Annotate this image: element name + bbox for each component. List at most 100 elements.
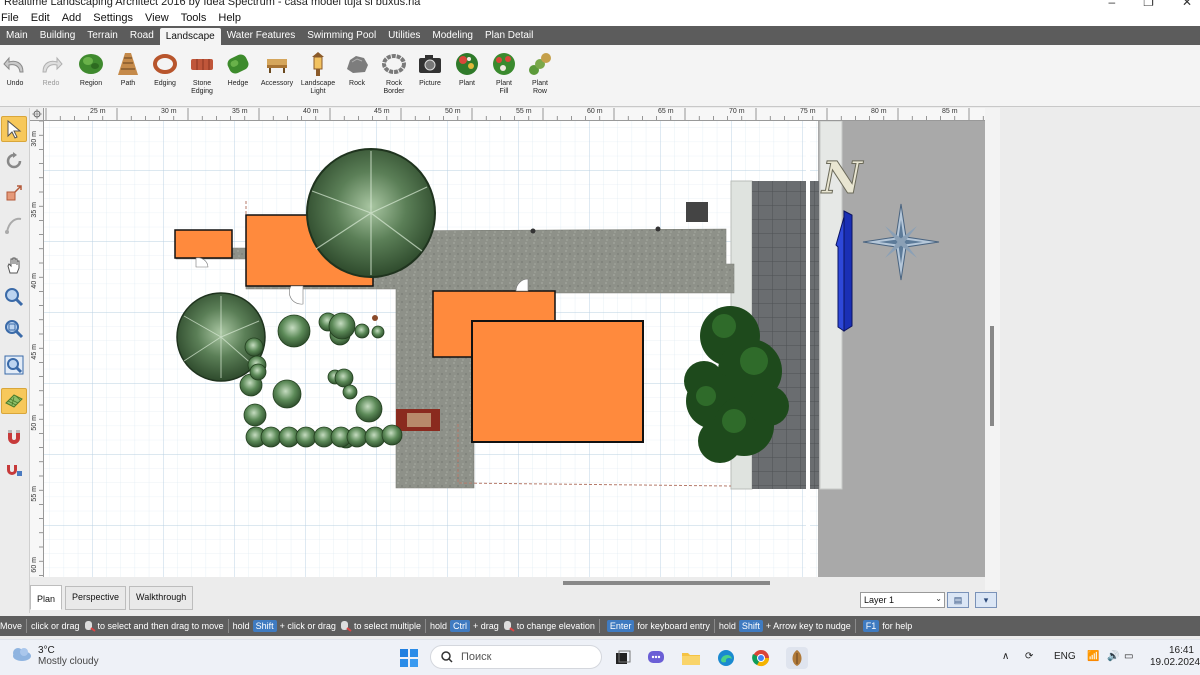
shrub[interactable] — [249, 363, 267, 381]
tab-utilities[interactable]: Utilities — [382, 26, 426, 45]
tab-building[interactable]: Building — [34, 26, 82, 45]
tab-modeling[interactable]: Modeling — [426, 26, 479, 45]
teams-chat-button[interactable] — [645, 647, 667, 669]
window-title: Realtime Landscaping Architect 2016 by I… — [4, 0, 421, 8]
language-indicator[interactable]: ENG — [1054, 651, 1076, 662]
edge-icon — [718, 650, 734, 666]
snap-tool[interactable] — [1, 424, 27, 450]
shrub[interactable] — [260, 426, 282, 448]
clock[interactable]: 16:41 19.02.2024 — [1150, 645, 1200, 669]
tree-large[interactable] — [306, 148, 436, 278]
volume-icon[interactable]: 🔊 — [1107, 651, 1119, 662]
shrub[interactable] — [371, 325, 385, 339]
tab-road[interactable]: Road — [124, 26, 160, 45]
shrub[interactable] — [355, 395, 383, 423]
snap-object-tool[interactable] — [1, 456, 27, 482]
close-icon[interactable]: ✕ — [1182, 0, 1192, 9]
stone-edging-button[interactable]: Stone Edging — [183, 51, 221, 96]
edging-button[interactable]: Edging — [146, 51, 184, 88]
zoom-in-tool[interactable] — [1, 284, 27, 310]
shrub[interactable] — [342, 384, 358, 400]
horizontal-scroll-thumb[interactable] — [563, 581, 770, 585]
select-tool[interactable] — [1, 116, 27, 142]
pan-tool[interactable] — [1, 252, 27, 278]
file-explorer-button[interactable] — [680, 647, 702, 669]
minimize-icon[interactable]: – — [1108, 0, 1115, 9]
hedge-button[interactable]: Hedge — [219, 51, 257, 88]
menu-edit[interactable]: Edit — [31, 12, 57, 24]
shrub[interactable] — [328, 312, 356, 340]
hedge-icon — [225, 51, 251, 77]
zoom-window-tool[interactable] — [1, 316, 27, 342]
left-toolbar — [0, 108, 30, 613]
menu-view[interactable]: View — [145, 12, 176, 24]
rotate-tool[interactable] — [1, 148, 27, 174]
region-button[interactable]: Region — [72, 51, 110, 88]
shrub[interactable] — [277, 314, 311, 348]
house-small[interactable] — [174, 229, 233, 259]
grid-tool[interactable] — [1, 388, 27, 414]
landscaping-app-button[interactable] — [786, 647, 808, 669]
windows-start-button[interactable] — [398, 647, 420, 669]
light[interactable] — [372, 315, 378, 321]
plant-button[interactable]: Plant — [448, 51, 486, 88]
weather-condition: Mostly cloudy — [38, 656, 99, 667]
edge-browser-button[interactable] — [715, 647, 737, 669]
zoom-extents-tool[interactable] — [1, 352, 27, 378]
vertical-scroll-thumb[interactable] — [990, 326, 994, 426]
sync-icon[interactable]: ⟳ — [1025, 651, 1033, 662]
menu-help[interactable]: Help — [218, 12, 248, 24]
rock-border-button[interactable]: Rock Border — [375, 51, 413, 96]
landscape-light-button[interactable]: Landscape Light — [299, 51, 337, 96]
f1-key-badge: F1 — [862, 620, 880, 632]
redo-button[interactable]: Redo — [32, 51, 70, 88]
shrub[interactable] — [295, 426, 317, 448]
arc-tool[interactable] — [1, 212, 27, 238]
tab-landscape[interactable]: Landscape — [159, 28, 221, 45]
tab-walkthrough[interactable]: Walkthrough — [129, 586, 194, 610]
shrub[interactable] — [272, 379, 302, 409]
menu-settings[interactable]: Settings — [93, 12, 140, 24]
tab-swimming-pool[interactable]: Swimming Pool — [301, 26, 382, 45]
picture-button[interactable]: Picture — [411, 51, 449, 88]
tray-expand-icon[interactable]: ∧ — [1002, 651, 1009, 662]
shrub[interactable] — [381, 424, 403, 446]
weather-widget[interactable]: 3°C Mostly cloudy — [10, 645, 99, 667]
resize-tool[interactable] — [1, 180, 27, 206]
tab-perspective[interactable]: Perspective — [65, 586, 127, 610]
vertical-scrollbar[interactable] — [985, 108, 1000, 590]
undo-button[interactable]: Undo — [0, 51, 34, 88]
accessory-button[interactable]: Accessory — [258, 51, 296, 88]
shrub[interactable] — [334, 368, 354, 388]
shrub[interactable] — [244, 337, 264, 357]
path-button[interactable]: Path — [109, 51, 147, 88]
tab-water-features[interactable]: Water Features — [221, 26, 302, 45]
tab-plan-detail[interactable]: Plan Detail — [479, 26, 539, 45]
menu-file[interactable]: File — [1, 12, 26, 24]
restore-icon[interactable]: ❐ — [1143, 0, 1154, 9]
shrub[interactable] — [243, 403, 267, 427]
layer-select[interactable]: Layer 1 ⌄ — [860, 592, 945, 608]
plant-fill-button[interactable]: Plant Fill — [485, 51, 523, 96]
menu-tools[interactable]: Tools — [181, 12, 214, 24]
tab-plan[interactable]: Plan — [30, 585, 63, 610]
plan-canvas[interactable]: N — [44, 121, 985, 577]
wifi-icon[interactable]: 📶 — [1087, 651, 1099, 662]
plant-row-button[interactable]: Plant Row — [521, 51, 559, 96]
taskbar-search[interactable]: Поиск — [430, 645, 602, 669]
task-view-button[interactable] — [612, 647, 634, 669]
accessory-object[interactable] — [686, 202, 708, 222]
shrub[interactable] — [346, 426, 368, 448]
battery-icon[interactable]: ▭ — [1124, 651, 1133, 662]
house-large[interactable] — [471, 320, 644, 443]
chrome-button[interactable] — [750, 647, 772, 669]
shrub[interactable] — [354, 323, 370, 339]
rock-button[interactable]: Rock — [338, 51, 376, 88]
tab-terrain[interactable]: Terrain — [81, 26, 124, 45]
folder-icon — [682, 653, 700, 665]
tab-main[interactable]: Main — [0, 26, 34, 45]
layers-button[interactable]: ▤ — [947, 592, 969, 608]
layer-menu-button[interactable]: ▾ — [975, 592, 997, 608]
menu-add[interactable]: Add — [62, 12, 89, 24]
plant-icon — [454, 51, 480, 77]
